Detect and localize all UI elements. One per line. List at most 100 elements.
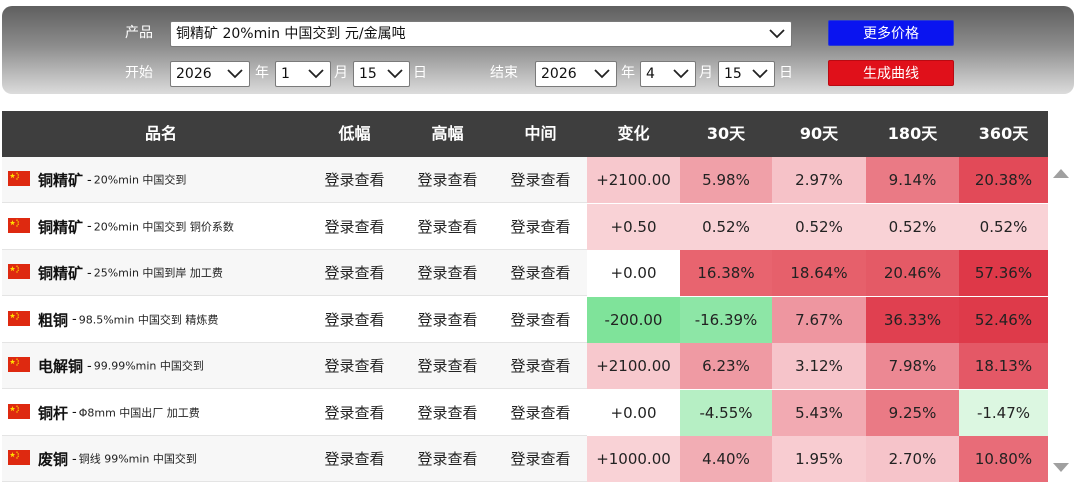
product-name-cell[interactable]: 铜杆 - Φ8mm 中国出厂 加工费 xyxy=(2,390,320,436)
china-flag-icon xyxy=(8,357,30,372)
product-name-cell[interactable]: 粗铜 -98.5%min 中国交到 精炼费 xyxy=(2,297,320,343)
product-name-cell[interactable]: 电解铜 -99.99%min 中国交到 xyxy=(2,343,320,389)
header-change[interactable]: 变化 xyxy=(587,111,680,157)
d360-cell: 0.52% xyxy=(959,203,1048,250)
start-month-value: 1 xyxy=(281,66,290,82)
d360-cell: -1.47% xyxy=(959,389,1048,436)
start-label: 开始 xyxy=(125,65,153,81)
d90-cell: 3.12% xyxy=(772,343,866,389)
login-to-view-link[interactable]: 登录查看 xyxy=(494,297,587,343)
d360-cell: 18.13% xyxy=(959,343,1048,389)
login-to-view-link[interactable]: 登录查看 xyxy=(308,250,401,296)
login-to-view-link[interactable]: 登录查看 xyxy=(308,343,401,389)
day-unit-label: 日 xyxy=(779,65,793,81)
header-mid[interactable]: 中间 xyxy=(494,111,587,157)
login-to-view-link[interactable]: 登录查看 xyxy=(401,250,494,296)
product-name-cell[interactable]: 铜精矿 -20%min 中国交到 铜价系数 xyxy=(2,204,320,250)
d180-cell: 9.14% xyxy=(866,157,959,203)
d30-cell: -4.55% xyxy=(680,389,772,436)
header-30d[interactable]: 30天 xyxy=(680,111,772,157)
d90-cell: 2.97% xyxy=(772,157,866,203)
login-to-view-link[interactable]: 登录查看 xyxy=(401,390,494,436)
login-to-view-link[interactable]: 登录查看 xyxy=(401,204,494,250)
scroll-down-icon[interactable] xyxy=(1052,461,1070,475)
table-row[interactable]: 铜精矿 -25%min 中国到岸 加工费 登录查看 登录查看 登录查看 +0.00 16.3… xyxy=(2,250,1048,296)
product-desc: 20%min 中国交到 铜价系数 xyxy=(93,220,234,233)
product-desc: Φ8mm 中国出厂 加工费 xyxy=(78,406,200,419)
more-prices-button[interactable]: 更多价格 xyxy=(828,20,954,46)
product-name-cell[interactable]: 铜精矿 -25%min 中国到岸 加工费 xyxy=(2,250,320,296)
d360-cell: 57.36% xyxy=(959,250,1048,296)
d90-cell: 0.52% xyxy=(772,203,866,250)
end-day-select[interactable]: 15 xyxy=(718,61,775,87)
scroll-up-icon[interactable] xyxy=(1052,166,1070,180)
login-to-view-link[interactable]: 登录查看 xyxy=(401,343,494,389)
header-180d[interactable]: 180天 xyxy=(866,111,959,157)
end-month-select[interactable]: 4 xyxy=(640,61,696,87)
product-name: 铜精矿 xyxy=(38,218,84,236)
header-90d[interactable]: 90天 xyxy=(772,111,866,157)
d360-cell: 20.38% xyxy=(959,157,1048,203)
product-name: 废铜 xyxy=(38,450,69,469)
login-to-view-link[interactable]: 登录查看 xyxy=(494,250,587,296)
login-to-view-link[interactable]: 登录查看 xyxy=(401,157,494,203)
d180-cell: 7.98% xyxy=(866,343,959,389)
chevron-down-icon xyxy=(752,69,768,79)
login-to-view-link[interactable]: 登录查看 xyxy=(308,436,401,482)
start-year-select[interactable]: 2026 xyxy=(170,61,250,87)
d90-cell: 7.67% xyxy=(772,296,866,343)
login-to-view-link[interactable]: 登录查看 xyxy=(494,343,587,389)
header-360d[interactable]: 360天 xyxy=(959,111,1048,157)
login-to-view-link[interactable]: 登录查看 xyxy=(494,436,587,482)
login-to-view-link[interactable]: 登录查看 xyxy=(308,204,401,250)
year-unit-label: 年 xyxy=(621,65,635,81)
start-day-select[interactable]: 15 xyxy=(353,61,410,87)
table-row[interactable]: 铜精矿 -20%min 中国交到 铜价系数 登录查看 登录查看 登录查看 +0.50 0.5… xyxy=(2,203,1048,250)
d360-cell: 10.80% xyxy=(959,436,1048,482)
start-month-select[interactable]: 1 xyxy=(275,61,331,87)
d90-cell: 5.43% xyxy=(772,389,866,436)
table-row[interactable]: 废铜 - 铜线 99%min 中国交到 登录查看 登录查看 登录查看 +1000.00 4.4… xyxy=(2,436,1048,482)
product-label: 产品 xyxy=(125,25,153,41)
chevron-down-icon xyxy=(387,69,403,79)
login-to-view-link[interactable]: 登录查看 xyxy=(494,390,587,436)
header-low[interactable]: 低幅 xyxy=(308,111,401,157)
table-row[interactable]: 铜精矿 -20%min 中国交到 登录查看 登录查看 登录查看 +2100.00 5.98%… xyxy=(2,157,1048,203)
d30-cell: 0.52% xyxy=(680,203,772,250)
end-year-select[interactable]: 2026 xyxy=(535,61,617,87)
table-row[interactable]: 粗铜 -98.5%min 中国交到 精炼费 登录查看 登录查看 登录查看 -200.00-… xyxy=(2,296,1048,343)
chevron-down-icon xyxy=(673,69,689,79)
separator: - xyxy=(72,451,77,467)
d180-cell: 2.70% xyxy=(866,436,959,482)
d180-cell: 36.33% xyxy=(866,296,959,343)
change-cell: +2100.00 xyxy=(587,343,680,389)
product-name-cell[interactable]: 铜精矿 -20%min 中国交到 xyxy=(2,157,320,203)
table-row[interactable]: 铜杆 - Φ8mm 中国出厂 加工费 登录查看 登录查看 登录查看 +0.00 -4.55% 5… xyxy=(2,389,1048,436)
product-name-cell[interactable]: 废铜 - 铜线 99%min 中国交到 xyxy=(2,436,320,482)
china-flag-icon xyxy=(8,171,30,186)
header-name[interactable]: 品名 xyxy=(2,111,320,157)
product-name: 电解铜 xyxy=(38,357,84,376)
login-to-view-link[interactable]: 登录查看 xyxy=(308,390,401,436)
login-to-view-link[interactable]: 登录查看 xyxy=(494,204,587,250)
table-row[interactable]: 电解铜 -99.99%min 中国交到 登录查看 登录查看 登录查看 +2100.00 6.… xyxy=(2,343,1048,389)
login-to-view-link[interactable]: 登录查看 xyxy=(401,436,494,482)
change-cell: +0.00 xyxy=(587,389,680,436)
filter-panel: 产品 铜精矿 20%min 中国交到 元/金属吨 更多价格 开始 2026 年 … xyxy=(2,6,1074,94)
header-high[interactable]: 高幅 xyxy=(401,111,494,157)
login-to-view-link[interactable]: 登录查看 xyxy=(494,157,587,203)
product-name: 铜精矿 xyxy=(38,264,84,283)
product-name: 铜精矿 xyxy=(38,171,84,190)
table-header: 品名 低幅 高幅 中间 变化 30天 90天 180天 360天 xyxy=(2,111,1048,157)
login-to-view-link[interactable]: 登录查看 xyxy=(308,297,401,343)
d90-cell: 18.64% xyxy=(772,250,866,296)
login-to-view-link[interactable]: 登录查看 xyxy=(401,297,494,343)
product-desc: 25%min 中国到岸 加工费 xyxy=(93,266,223,280)
login-to-view-link[interactable]: 登录查看 xyxy=(308,157,401,203)
separator: - xyxy=(87,172,92,188)
d30-cell: 16.38% xyxy=(680,250,772,296)
generate-chart-button[interactable]: 生成曲线 xyxy=(828,60,954,86)
china-flag-icon xyxy=(8,403,30,419)
product-desc: 20%min 中国交到 xyxy=(93,173,187,187)
product-select[interactable]: 铜精矿 20%min 中国交到 元/金属吨 xyxy=(170,21,792,47)
